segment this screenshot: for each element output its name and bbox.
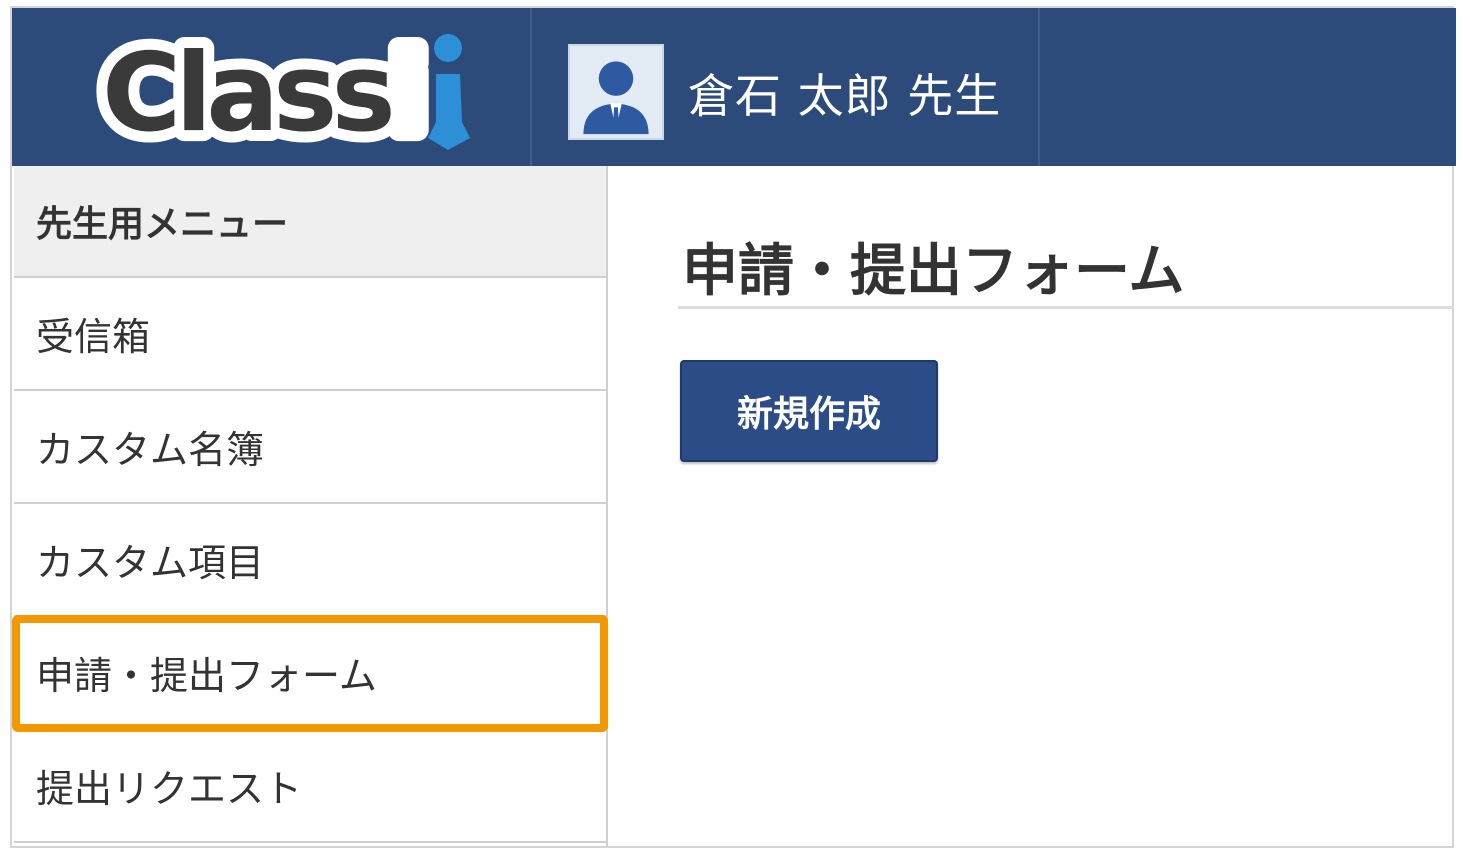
user-avatar-icon[interactable] bbox=[568, 44, 664, 140]
sidebar-item-custom-fields[interactable]: カスタム項目 bbox=[14, 504, 606, 617]
page-title: 申請・提出フォーム bbox=[682, 239, 1185, 304]
sidebar: 先生用メニュー 受信箱 カスタム名簿 カスタム項目 申請・提出フォーム 提出リク… bbox=[12, 166, 608, 846]
classi-logo[interactable]: Classi Class bbox=[91, 20, 488, 167]
app-window: Classi Class 倉石 太郎 先生 先生用メニュー 受信箱 カスタム名簿… bbox=[10, 6, 1456, 848]
user-name[interactable]: 倉石 太郎 先生 bbox=[688, 60, 1001, 126]
sidebar-item-inbox[interactable]: 受信箱 bbox=[14, 278, 606, 391]
sidebar-title: 先生用メニュー bbox=[14, 166, 606, 278]
top-header: Classi Class 倉石 太郎 先生 bbox=[12, 8, 1456, 167]
sidebar-item-submission-request[interactable]: 提出リクエスト bbox=[14, 730, 606, 843]
sidebar-item-application-form[interactable]: 申請・提出フォーム bbox=[12, 615, 608, 732]
sidebar-item-custom-roster[interactable]: カスタム名簿 bbox=[14, 391, 606, 504]
user-cell: 倉石 太郎 先生 bbox=[532, 8, 1040, 166]
main-content: 申請・提出フォーム 新規作成 bbox=[610, 166, 1454, 846]
create-new-button[interactable]: 新規作成 bbox=[680, 360, 938, 462]
logo-cell: Classi Class bbox=[12, 8, 532, 167]
svg-text:Class: Class bbox=[102, 31, 391, 156]
title-divider bbox=[678, 306, 1454, 309]
